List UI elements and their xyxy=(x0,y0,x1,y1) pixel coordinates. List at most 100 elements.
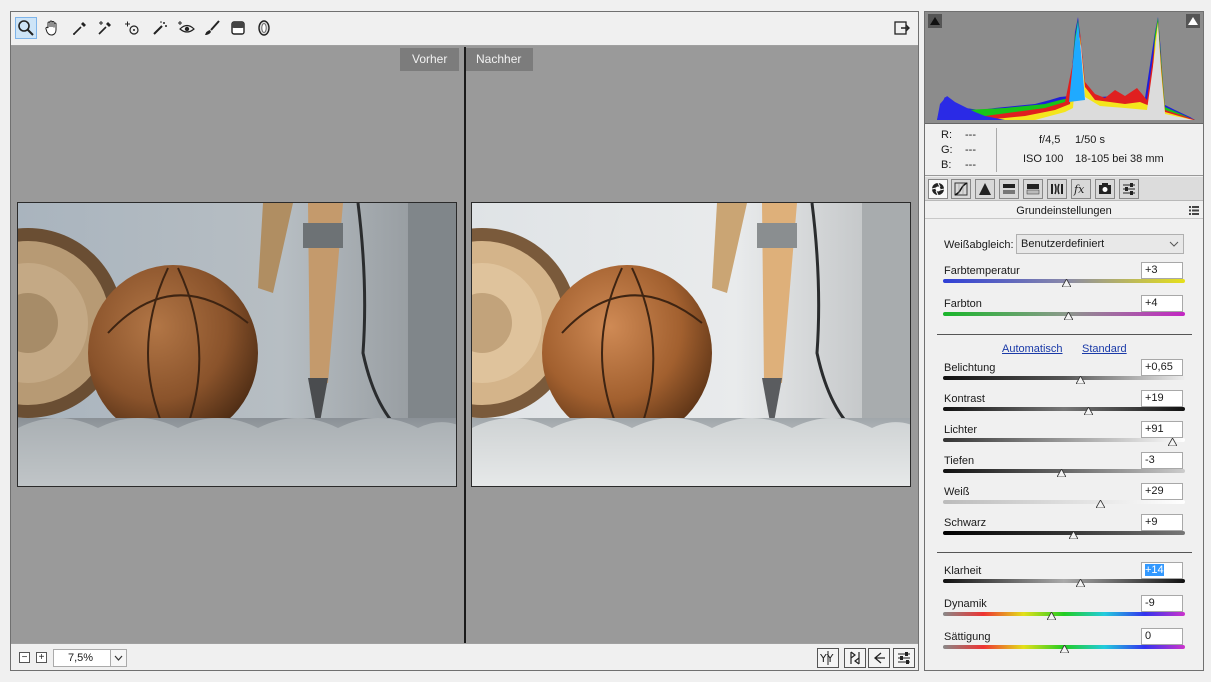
b-value: --- xyxy=(965,159,976,171)
r-value: --- xyxy=(965,129,976,141)
panel-menu-icon[interactable] xyxy=(1189,206,1199,215)
slider-label: Farbton xyxy=(944,298,982,310)
tone-curve-tab-icon[interactable] xyxy=(951,179,971,199)
camera-calibration-tab-icon[interactable] xyxy=(1095,179,1115,199)
slider-thumb[interactable] xyxy=(1063,311,1075,321)
slider-label: Weiß xyxy=(944,486,970,498)
slider-track[interactable] xyxy=(943,500,1185,504)
slider-value-field[interactable]: +91 xyxy=(1141,421,1183,438)
slider-thumb[interactable] xyxy=(1061,278,1072,288)
copy-settings-icon[interactable] xyxy=(868,648,890,668)
adjustment-panel: R: --- G: --- B: --- f/4,5 1/50 s ISO 10… xyxy=(924,11,1204,671)
before-after-view-icon[interactable]: YY xyxy=(817,648,839,668)
slider-thumb[interactable] xyxy=(1058,644,1070,654)
slider-thumb[interactable] xyxy=(1056,468,1067,478)
slider-value-field[interactable]: +3 xyxy=(1141,262,1183,279)
slider-value-field[interactable]: 0 xyxy=(1141,628,1183,645)
section-divider xyxy=(937,334,1192,335)
slider-thumb[interactable] xyxy=(1083,406,1094,416)
slider-label: Schwarz xyxy=(944,517,987,529)
chevron-down-icon xyxy=(1169,241,1179,247)
adjustment-brush-icon[interactable] xyxy=(201,17,223,39)
slider-value: +4 xyxy=(1145,297,1158,309)
slider-thumb[interactable] xyxy=(1095,499,1106,509)
slider-value: +14 xyxy=(1145,564,1164,576)
section-title: Grundeinstellungen xyxy=(1016,205,1112,217)
after-image xyxy=(471,202,911,487)
r-label: R: xyxy=(941,129,952,141)
slider-value-field[interactable]: -3 xyxy=(1141,452,1183,469)
detail-tab-icon[interactable] xyxy=(975,179,995,199)
slider-label: Tiefen xyxy=(944,455,975,467)
slider-label: Belichtung xyxy=(944,362,996,374)
slider-label: Sättigung xyxy=(944,631,991,643)
slider-thumb[interactable] xyxy=(1046,611,1058,621)
presets-tab-icon[interactable] xyxy=(1119,179,1139,199)
hand-tool-icon[interactable] xyxy=(41,17,63,39)
zoom-in-button[interactable]: + xyxy=(36,652,47,663)
slider-value-field[interactable]: +0,65 xyxy=(1141,359,1183,376)
slider-track[interactable] xyxy=(943,438,1185,442)
compare-divider xyxy=(464,47,466,643)
slider-value-field[interactable]: +19 xyxy=(1141,390,1183,407)
slider-thumb[interactable] xyxy=(1075,375,1087,385)
b-label: B: xyxy=(941,159,952,171)
slider-track[interactable] xyxy=(943,531,1185,535)
svg-text:fx: fx xyxy=(1073,183,1085,196)
lens-corrections-tab-icon[interactable] xyxy=(1047,179,1067,199)
slider-value: +9 xyxy=(1145,516,1158,528)
slider-thumb[interactable] xyxy=(1167,437,1179,447)
target-adjustment-icon[interactable] xyxy=(121,17,143,39)
effects-tab-icon[interactable]: fx xyxy=(1071,179,1091,199)
slider-track[interactable] xyxy=(943,579,1185,583)
slider-value-field[interactable]: +9 xyxy=(1141,514,1183,531)
white-balance-label: Weißabgleich: xyxy=(944,239,1014,251)
slider-track[interactable] xyxy=(943,407,1185,411)
chevron-down-icon[interactable] xyxy=(110,650,126,666)
split-toning-tab-icon[interactable] xyxy=(1023,179,1043,199)
zoom-level-value: 7,5% xyxy=(68,652,94,664)
iso: ISO 100 xyxy=(1023,153,1064,165)
slider-value-field[interactable]: +14 xyxy=(1141,562,1183,579)
basic-tab-icon[interactable] xyxy=(928,179,948,199)
auto-link[interactable]: Automatisch xyxy=(1002,343,1063,355)
svg-text:YY: YY xyxy=(819,652,834,665)
slider-value-field[interactable]: +4 xyxy=(1141,295,1183,312)
slider-value-field[interactable]: -9 xyxy=(1141,595,1183,612)
slider-thumb[interactable] xyxy=(1068,530,1079,540)
image-preview[interactable]: Vorher Nachher xyxy=(11,47,918,643)
red-eye-icon[interactable] xyxy=(175,17,197,39)
slider-value: +29 xyxy=(1145,485,1164,497)
slider-label: Dynamik xyxy=(944,598,987,610)
shutter-speed: 1/50 s xyxy=(1075,134,1105,146)
zoom-level-select[interactable]: 7,5% xyxy=(53,649,127,667)
preview-area: Vorher Nachher − + 7,5% YY xyxy=(10,11,919,671)
slider-thumb[interactable] xyxy=(1075,578,1087,588)
slider-track[interactable] xyxy=(943,612,1185,616)
graduated-filter-icon[interactable] xyxy=(227,17,249,39)
slider-value-field[interactable]: +29 xyxy=(1141,483,1183,500)
hsl-tab-icon[interactable] xyxy=(999,179,1019,199)
aperture: f/4,5 xyxy=(1039,134,1061,146)
before-label: Vorher xyxy=(400,48,460,71)
slider-label: Lichter xyxy=(944,424,978,436)
default-link[interactable]: Standard xyxy=(1082,343,1127,355)
zoom-tool-icon[interactable] xyxy=(15,17,37,39)
before-image xyxy=(17,202,457,487)
swap-settings-icon[interactable] xyxy=(844,648,866,668)
slider-label: Kontrast xyxy=(944,393,985,405)
slider-value: -3 xyxy=(1145,454,1155,466)
slider-track[interactable] xyxy=(943,376,1185,380)
export-icon[interactable] xyxy=(891,17,913,39)
radial-filter-icon[interactable] xyxy=(253,17,275,39)
slider-label: Klarheit xyxy=(944,565,982,577)
view-settings-icon[interactable] xyxy=(893,648,915,668)
zoom-out-button[interactable]: − xyxy=(19,652,30,663)
slider-value: -9 xyxy=(1145,597,1155,609)
slider-value: 0 xyxy=(1145,630,1152,642)
white-balance-select[interactable]: Benutzerdefiniert xyxy=(1016,234,1184,254)
spot-removal-icon[interactable] xyxy=(149,17,171,39)
white-balance-tool-icon[interactable] xyxy=(69,17,91,39)
slider-label: Farbtemperatur xyxy=(944,265,1020,277)
color-sampler-icon[interactable] xyxy=(94,17,116,39)
